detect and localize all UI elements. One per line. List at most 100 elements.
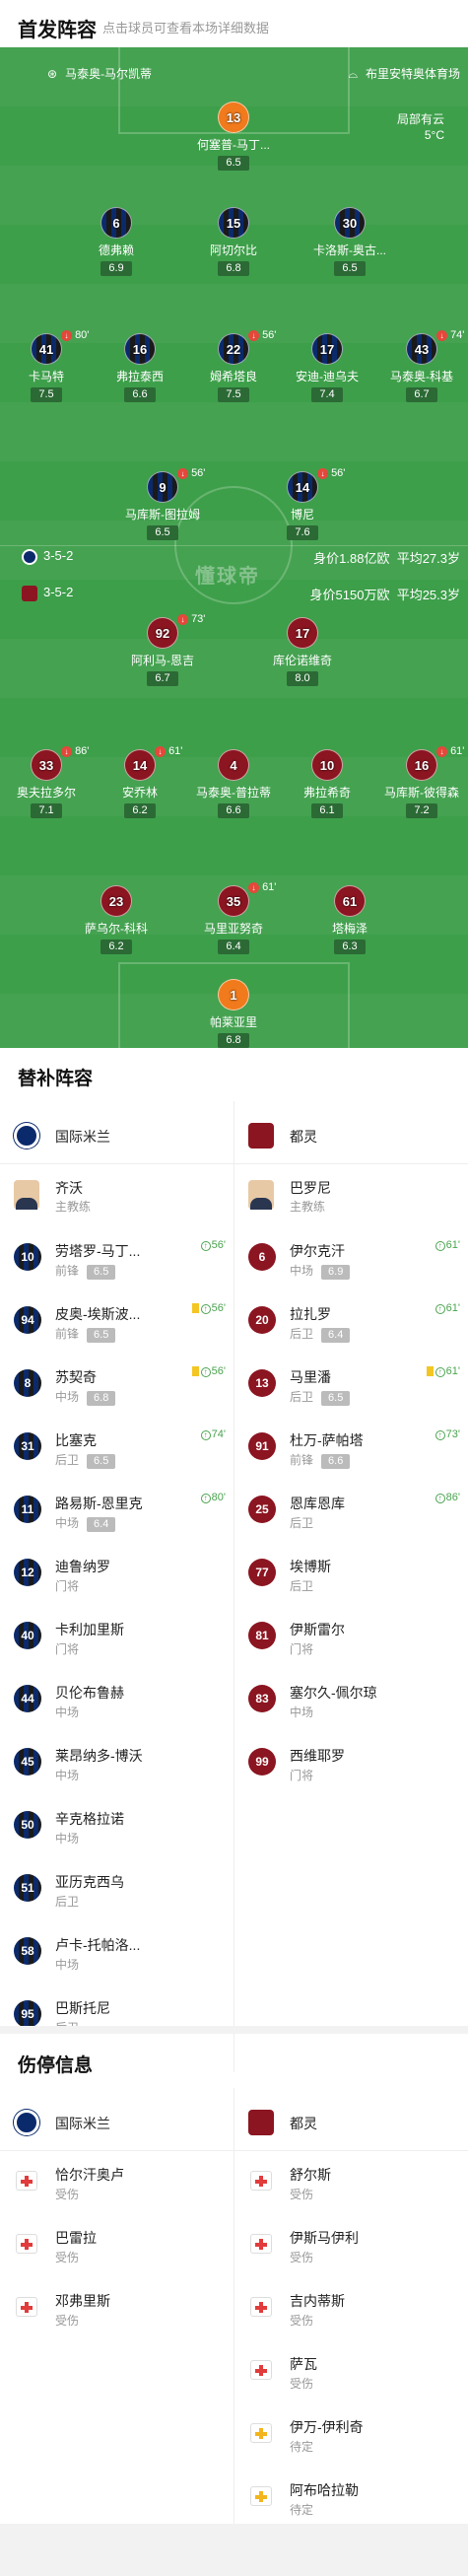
sub-player[interactable]: 40 卡利加里斯 门将 [0,1606,234,1669]
torino-coach[interactable]: 巴罗尼 主教练 [234,1164,468,1227]
torino-value: 身价5150万欧 平均25.3岁 [309,588,460,602]
sub-position: 前锋 6.5 [55,1325,116,1343]
sub-rating: 6.4 [87,1517,116,1532]
injured-player[interactable]: 舒尔斯 受伤 [234,2151,468,2214]
player-16[interactable]: 16 马库斯-彼得森 7.2 ↓ 61' [377,745,466,818]
player-1[interactable]: 1 帕莱亚里 6.8 [189,979,278,1048]
sub-player[interactable]: 25 恩库恩库 后卫 ↑ 86' [234,1480,468,1543]
sub-player[interactable]: 77 埃博斯 后卫 [234,1543,468,1606]
player-rating: 7.2 [406,803,437,818]
player-33[interactable]: 33 奥夫拉多尔 7.1 ↓ 86' [2,745,91,818]
player-4[interactable]: 4 马泰奥-普拉蒂 6.6 [189,749,278,818]
player-13[interactable]: 13 何塞普-马丁... 6.5 [189,102,278,171]
player-43[interactable]: 43 马泰奥-科基 6.7 ↓ 74' [377,329,466,402]
injured-player[interactable]: 邓弗里斯 受伤 [0,2277,234,2340]
sub-out-icon: ↓ [61,329,72,341]
injured-name: 伊万-伊利奇 [290,2419,364,2435]
sub-player[interactable]: 10 劳塔罗-马丁... 前锋 6.5 ↑ 56' [0,1227,234,1290]
player-rating: 6.8 [218,1033,249,1048]
player-rating: 7.6 [287,525,318,540]
inter-logo-icon [14,2110,39,2135]
inter-logo-icon [22,548,37,565]
player-22[interactable]: 22 姆希塔良 7.5 ↓ 56' [189,329,278,402]
jersey-badge: 51 [14,1874,41,1902]
injured-player[interactable]: 萨瓦 受伤 [234,2340,468,2403]
sub-player[interactable]: 8 苏契奇 中场 6.8 ↑ 56' [0,1354,234,1417]
player-name: 马里亚努奇 [203,922,263,936]
sub-player[interactable]: 91 杜万-萨帕塔 前锋 6.6 ↑ 73' [234,1417,468,1480]
sub-out-icon: ↓ [248,881,259,893]
sub-player[interactable]: 83 塞尔久-佩尔琼 中场 [234,1669,468,1732]
sub-in-icon: ↑ [200,1304,211,1314]
sub-player[interactable]: 12 迪鲁纳罗 门将 [0,1543,234,1606]
sub-position: 门将 [290,1769,314,1782]
player-92[interactable]: 92 阿利马-恩吉 6.7 ↓ 73' [118,613,207,686]
sub-event: ↓ 61' [436,745,464,757]
player-6[interactable]: 6 德弗赖 6.9 [72,207,161,276]
player-name: 何塞普-马丁... [197,138,270,152]
sub-position: 门将 [290,1642,314,1656]
sub-player[interactable]: 51 亚历克西乌 后卫 [0,1858,234,1921]
player-name: 阿利马-恩吉 [131,654,194,667]
injured-player[interactable]: 巴雷拉 受伤 [0,2214,234,2277]
sub-in-icon: ↑ [435,1241,445,1251]
sub-rating: 6.8 [87,1391,116,1406]
sub-player[interactable]: 20 拉扎罗 后卫 6.4 ↑ 61' [234,1290,468,1354]
player-23[interactable]: 23 萨乌尔-科科 6.2 [72,885,161,954]
injured-name: 舒尔斯 [290,2167,331,2183]
sub-player[interactable]: 58 卢卡-托帕洛... 中场 [0,1921,234,1984]
player-41[interactable]: 41 卡马特 7.5 ↓ 80' [2,329,91,402]
torino-team-row: 都灵 [234,1101,468,1164]
jersey: 13 [218,102,249,133]
sub-event: ↓ 80' [61,329,89,341]
sub-player[interactable]: 95巴斯托尼后卫 [0,1984,234,2048]
jersey-badge: 58 [14,1937,41,1965]
sub-player[interactable]: 81 伊斯雷尔 门将 [234,1606,468,1669]
sub-rating: 6.9 [321,1265,351,1280]
injured-player[interactable]: 恰尔汗奥卢 受伤 [0,2151,234,2214]
player-name: 德弗赖 [98,244,134,257]
sub-name: 路易斯-恩里克 [55,1496,143,1511]
sub-player[interactable]: 6 伊尔克汗 中场 6.9 ↑ 61' [234,1227,468,1290]
jersey-badge: 95 [14,2000,41,2028]
inter-coach[interactable]: 齐沃 主教练 [0,1164,234,1227]
yellow-card-icon [191,1303,199,1314]
injured-name: 伊斯马伊利 [290,2230,359,2246]
sub-player[interactable]: 45 莱昂纳多-博沃 中场 [0,1732,234,1795]
injured-player[interactable]: 伊万-伊利奇 待定 [234,2403,468,2467]
player-14[interactable]: 14 安乔林 6.2 ↓ 61' [96,745,184,818]
player-17[interactable]: 17 库伦诺维奇 8.0 [258,617,347,686]
player-61[interactable]: 61 塔梅泽 6.3 [305,885,394,954]
sub-player[interactable]: 13 马里潘 后卫 6.5 ↑ 61' [234,1354,468,1417]
sub-position: 中场 [290,1706,314,1719]
medical-kit-icon [250,2297,272,2317]
injured-player[interactable]: 阿布哈拉勒 待定 [234,2467,468,2530]
lineup-header: 首发阵容 点击球员可查看本场详细数据 [0,0,468,47]
player-name: 姆希塔良 [209,370,257,383]
injured-player[interactable]: 吉内蒂斯 受伤 [234,2277,468,2340]
sub-player[interactable]: 50 辛克格拉诺 中场 [0,1795,234,1858]
sub-position: 后卫 [290,1516,314,1530]
sub-name: 莱昂纳多-博沃 [55,1748,143,1764]
yellow-card-icon [191,1366,199,1377]
player-16[interactable]: 16 弗拉泰西 6.6 [96,333,184,402]
sub-event: ↓ 86' [61,745,89,757]
player-9[interactable]: 9 马库斯-图拉姆 6.5 ↓ 56' [118,467,207,540]
sub-player[interactable]: 31 比塞克 后卫 6.5 ↑ 74' [0,1417,234,1480]
jersey-badge: 77 [248,1559,276,1586]
player-10[interactable]: 10 弗拉希奇 6.1 [283,749,371,818]
player-35[interactable]: 35 马里亚努奇 6.4 ↓ 61' [189,881,278,954]
sub-player[interactable]: 99 西维耶罗 门将 [234,1732,468,1795]
injured-player[interactable]: 伊斯马伊利 受伤 [234,2214,468,2277]
player-rating: 6.5 [334,261,366,276]
sub-player[interactable]: 44 贝伦布鲁赫 中场 [0,1669,234,1732]
sub-player[interactable]: 94 皮奥-埃斯波... 前锋 6.5 ↑ 56' [0,1290,234,1354]
sub-player[interactable]: 11 路易斯-恩里克 中场 6.4 ↑ 80' [0,1480,234,1543]
player-17[interactable]: 17 安迪-迪乌夫 7.4 [283,333,371,402]
player-30[interactable]: 30 卡洛斯-奥古... 6.5 [305,207,394,276]
player-15[interactable]: 15 阿切尔比 6.8 [189,207,278,276]
player-14[interactable]: 14 博尼 7.6 ↓ 56' [258,467,347,540]
inter-formation: 3-5-2 [22,548,73,565]
medical-kit-icon [250,2360,272,2380]
inter-logo-icon [14,1123,39,1149]
